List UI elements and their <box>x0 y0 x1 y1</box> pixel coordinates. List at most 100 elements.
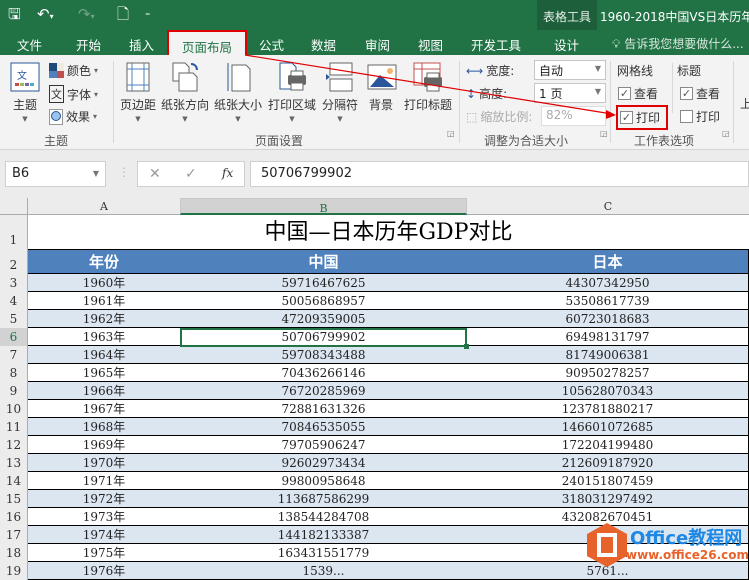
tab-design[interactable]: 设计 <box>554 35 579 54</box>
cell-year[interactable]: 1972年 <box>28 490 181 508</box>
formula-input[interactable]: 50706799902 <box>250 161 749 187</box>
cell-china[interactable]: 70436266146 <box>180 364 468 382</box>
tell-me-search[interactable]: 💡︎ 告诉我您想要做什么... <box>612 35 744 52</box>
gridlines-print-checkbox[interactable]: ✓ 打印 <box>616 105 669 130</box>
headings-view-checkbox[interactable]: ✓ 查看 <box>680 85 720 102</box>
cell-china[interactable]: 144182133387 <box>180 526 468 544</box>
margins-button[interactable]: 页边距 ▼ <box>118 61 158 123</box>
row-header[interactable]: 1 <box>0 215 28 249</box>
tab-page-layout[interactable]: 页面布局 <box>167 30 248 55</box>
tab-formulas[interactable]: 公式 <box>259 35 284 54</box>
row-header[interactable]: 2 <box>0 249 28 274</box>
sheet-title-cell[interactable]: 中国—日本历年GDP对比 <box>28 215 749 249</box>
cell-china[interactable]: 50706799902 <box>180 328 468 346</box>
cell-japan[interactable]: 172204199480 <box>467 436 749 454</box>
cancel-icon[interactable]: ✕ <box>149 166 161 182</box>
name-box[interactable]: B6 ▼ <box>5 161 106 187</box>
cell-china[interactable]: 92602973434 <box>180 454 468 472</box>
cell-china[interactable]: 113687586299 <box>180 490 468 508</box>
insert-function-icon[interactable]: fx <box>222 166 233 180</box>
tab-developer[interactable]: 开发工具 <box>471 35 521 54</box>
row-header[interactable]: 3 <box>0 274 28 292</box>
cell-year[interactable]: 1970年 <box>28 454 181 472</box>
cell-japan[interactable]: 60723018683 <box>467 310 749 328</box>
cell-year[interactable]: 1969年 <box>28 436 181 454</box>
cell-japan[interactable]: 69498131797 <box>467 328 749 346</box>
cell-china[interactable]: 163431551779 <box>180 544 468 562</box>
cell-japan[interactable]: 212609187920 <box>467 454 749 472</box>
cell-year[interactable]: 1961年 <box>28 292 181 310</box>
fonts-button[interactable]: 文字体 ▾ <box>49 85 98 103</box>
undo-icon[interactable]: ↶▾ <box>37 5 54 26</box>
row-header[interactable]: 17 <box>0 526 28 544</box>
cell-year[interactable]: 1965年 <box>28 364 181 382</box>
themes-button[interactable]: 文 主题 ▼ <box>8 61 42 123</box>
cell-japan[interactable]: 240151807459 <box>467 472 749 490</box>
breaks-button[interactable]: 分隔符 ▼ <box>320 61 360 123</box>
cell-japan[interactable]: 318031297492 <box>467 490 749 508</box>
row-header[interactable]: 15 <box>0 490 28 508</box>
row-header[interactable]: 12 <box>0 436 28 454</box>
row-header[interactable]: 16 <box>0 508 28 526</box>
cell-japan[interactable]: 123781880217 <box>467 400 749 418</box>
cell-year[interactable]: 1971年 <box>28 472 181 490</box>
scale-launcher-icon[interactable]: ◲ <box>600 129 608 138</box>
cell-china[interactable]: 47209359005 <box>180 310 468 328</box>
redo-icon[interactable]: ↷▾ <box>78 5 95 26</box>
row-header[interactable]: 14 <box>0 472 28 490</box>
cell-year[interactable]: 1962年 <box>28 310 181 328</box>
cell-china[interactable]: 59708343488 <box>180 346 468 364</box>
row-header[interactable]: 9 <box>0 382 28 400</box>
headings-print-checkbox[interactable]: 打印 <box>680 108 720 125</box>
scale-spinner[interactable]: 82% <box>541 106 606 126</box>
row-header[interactable]: 11 <box>0 418 28 436</box>
print-preview-icon[interactable]: 🗋 <box>117 5 129 23</box>
cell-japan[interactable]: 44307342950 <box>467 274 749 292</box>
cell-china[interactable]: 1539... <box>180 562 468 580</box>
cell-china[interactable]: 99800958648 <box>180 472 468 490</box>
header-cell-year[interactable]: 年份 <box>28 249 181 274</box>
fill-handle[interactable] <box>464 344 469 349</box>
header-cell-japan[interactable]: 日本 <box>467 249 749 274</box>
cell-china[interactable]: 70846535055 <box>180 418 468 436</box>
cell-japan[interactable]: 105628070343 <box>467 382 749 400</box>
colors-button[interactable]: 颜色 ▾ <box>49 62 98 79</box>
cell-year[interactable]: 1976年 <box>28 562 181 580</box>
select-all-corner[interactable] <box>0 198 28 215</box>
tab-file[interactable]: 文件 <box>17 35 42 54</box>
row-header[interactable]: 18 <box>0 544 28 562</box>
cell-japan[interactable]: 81749006381 <box>467 346 749 364</box>
cell-year[interactable]: 1974年 <box>28 526 181 544</box>
cell-japan[interactable]: 90950278257 <box>467 364 749 382</box>
row-header[interactable]: 19 <box>0 562 28 580</box>
cell-china[interactable]: 50056868957 <box>180 292 468 310</box>
header-cell-china[interactable]: 中国 <box>180 249 468 274</box>
gridlines-view-checkbox[interactable]: ✓ 查看 <box>618 85 658 102</box>
row-header[interactable]: 7 <box>0 346 28 364</box>
cell-china[interactable]: 72881631326 <box>180 400 468 418</box>
tab-home[interactable]: 开始 <box>76 35 101 54</box>
page-setup-launcher-icon[interactable]: ◲ <box>447 129 455 138</box>
height-select[interactable]: 1 页 ▼ <box>534 83 606 103</box>
cell-year[interactable]: 1968年 <box>28 418 181 436</box>
cell-year[interactable]: 1975年 <box>28 544 181 562</box>
cell-year[interactable]: 1964年 <box>28 346 181 364</box>
effects-button[interactable]: 效果 ▾ <box>49 108 97 125</box>
cell-china[interactable]: 76720285969 <box>180 382 468 400</box>
cell-china[interactable]: 79705906247 <box>180 436 468 454</box>
enter-icon[interactable]: ✓ <box>185 166 197 182</box>
row-header[interactable]: 10 <box>0 400 28 418</box>
orientation-button[interactable]: 纸张方向 ▼ <box>161 61 209 123</box>
tab-insert[interactable]: 插入 <box>129 35 154 54</box>
row-header[interactable]: 6 <box>0 328 28 346</box>
print-area-button[interactable]: 打印区域 ▼ <box>267 61 317 123</box>
tab-review[interactable]: 审阅 <box>365 35 390 54</box>
tab-data[interactable]: 数据 <box>311 35 336 54</box>
column-header-b[interactable]: B <box>180 198 467 215</box>
size-button[interactable]: 纸张大小 ▼ <box>213 61 263 123</box>
cell-year[interactable]: 1966年 <box>28 382 181 400</box>
arrange-partial-button[interactable]: 上 <box>740 95 749 112</box>
sheet-options-launcher-icon[interactable]: ◲ <box>722 129 730 138</box>
customize-icon[interactable]: ₌ <box>145 5 150 23</box>
cell-year[interactable]: 1973年 <box>28 508 181 526</box>
